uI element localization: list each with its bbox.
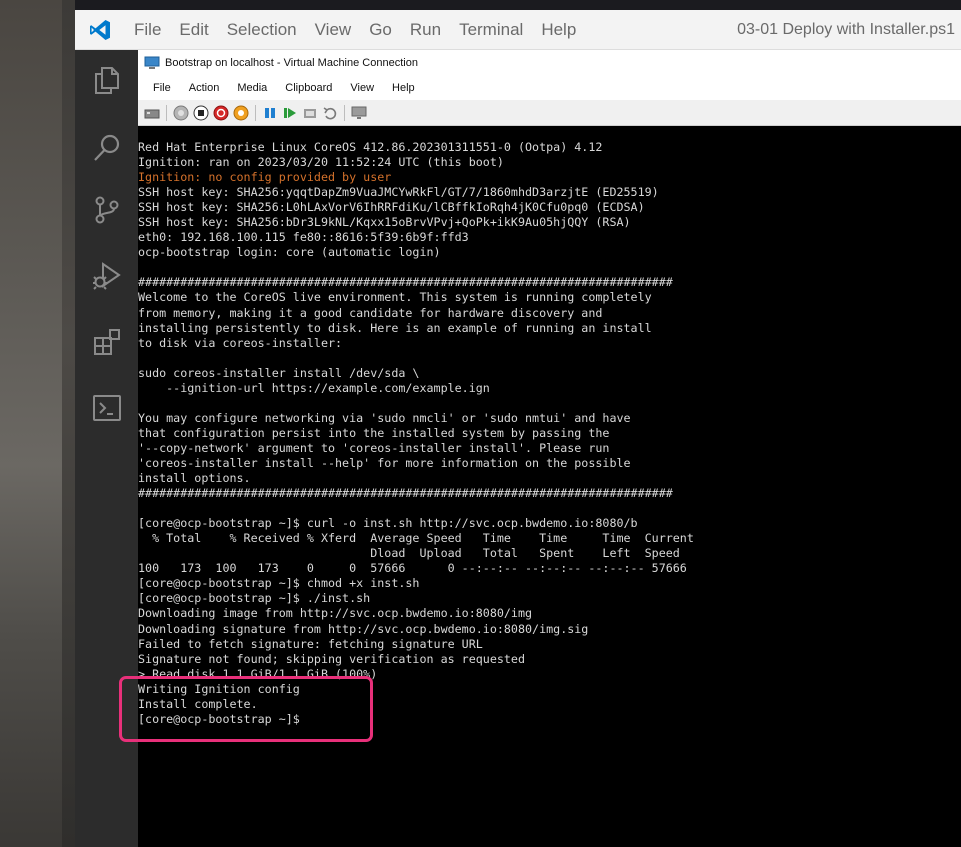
console-line: [core@ocp-bootstrap ~]$ curl -o inst.sh … — [138, 516, 638, 531]
console-line: Signature not found; skipping verificati… — [138, 651, 526, 666]
console-line: ########################################… — [138, 486, 673, 501]
menu-selection[interactable]: Selection — [218, 10, 306, 50]
console-line: Welcome to the CoreOS live environment. … — [138, 290, 652, 305]
console-line: --ignition-url https://example.com/examp… — [138, 380, 490, 395]
console-line: Failed to fetch signature: fetching sign… — [138, 636, 483, 651]
console-line: 100 173 100 173 0 0 57666 0 --:--:-- --:… — [138, 561, 687, 576]
menu-file[interactable]: File — [125, 10, 170, 50]
console-line: [core@ocp-bootstrap ~]$ chmod +x inst.sh — [138, 576, 420, 591]
menu-go[interactable]: Go — [360, 10, 401, 50]
search-icon[interactable] — [89, 130, 125, 166]
pause-icon[interactable] — [262, 105, 278, 121]
console-line: Downloading signature from http://svc.oc… — [138, 621, 589, 636]
menu-edit[interactable]: Edit — [170, 10, 217, 50]
vscode-menu: File Edit Selection View Go Run Terminal… — [125, 10, 585, 50]
vscode-logo-icon — [75, 10, 125, 50]
console-line-warning: Ignition: no config provided by user — [138, 170, 392, 185]
resume-icon[interactable] — [282, 105, 298, 121]
console-line: SSH host key: SHA256:yqqtDapZm9VuaJMCYwR… — [138, 185, 659, 200]
enhanced-session-icon[interactable] — [351, 105, 367, 121]
background-photo — [0, 0, 75, 847]
start-icon[interactable] — [173, 105, 189, 121]
console-line: You may configure networking via 'sudo n… — [138, 410, 631, 425]
vm-console[interactable]: Red Hat Enterprise Linux CoreOS 412.86.2… — [138, 126, 961, 847]
vm-title-bar: Bootstrap on localhost - Virtual Machine… — [138, 50, 961, 76]
console-line: % Total % Received % Xferd Average Speed… — [138, 531, 694, 546]
console-line: Ignition: ran on 2023/03/20 11:52:24 UTC… — [138, 155, 504, 170]
vm-menu-view[interactable]: View — [341, 82, 383, 94]
console-line: [core@ocp-bootstrap ~]$ ./inst.sh — [138, 591, 371, 606]
console-line: that configuration persist into the inst… — [138, 425, 610, 440]
activity-bar — [75, 50, 138, 847]
console-line: > Read disk 1.1 GiB/1.1 GiB (100%) — [138, 666, 378, 681]
vm-toolbar — [138, 100, 961, 126]
console-line: '--copy-network' argument to 'coreos-ins… — [138, 440, 610, 455]
console-line: Install complete. — [138, 696, 258, 711]
menu-run[interactable]: Run — [401, 10, 450, 50]
toolbar-separator — [255, 104, 256, 121]
vm-menu-file[interactable]: File — [144, 82, 180, 94]
console-line: SSH host key: SHA256:L0hLAxVorV6IhRRFdiK… — [138, 200, 645, 215]
reset-icon[interactable] — [302, 105, 318, 121]
console-line: install options. — [138, 471, 251, 486]
toolbar-separator — [166, 104, 167, 121]
console-line: Dload Upload Total Spent Left Speed — [138, 546, 680, 561]
console-line: Writing Ignition config — [138, 681, 300, 696]
run-debug-icon[interactable] — [89, 258, 125, 294]
vm-menu-media[interactable]: Media — [228, 82, 276, 94]
source-control-icon[interactable] — [89, 192, 125, 228]
vm-menu-clipboard[interactable]: Clipboard — [276, 82, 341, 94]
vscode-title-bar: File Edit Selection View Go Run Terminal… — [75, 10, 961, 50]
terminal-icon[interactable] — [89, 390, 125, 426]
vm-window-title: Bootstrap on localhost - Virtual Machine… — [165, 57, 418, 69]
vm-monitor-icon — [144, 56, 160, 69]
console-line: SSH host key: SHA256:bDr3L9kNL/Kqxx15oBr… — [138, 215, 631, 230]
menu-help[interactable]: Help — [532, 10, 585, 50]
extensions-icon[interactable] — [89, 325, 125, 361]
console-line: to disk via coreos-installer: — [138, 335, 343, 350]
save-state-icon[interactable] — [233, 105, 249, 121]
vm-menu-action[interactable]: Action — [180, 82, 229, 94]
menu-terminal[interactable]: Terminal — [450, 10, 532, 50]
ctrl-alt-del-icon[interactable] — [144, 105, 160, 121]
console-line: 'coreos-installer install --help' for mo… — [138, 455, 631, 470]
console-line: ocp-bootstrap login: core (automatic log… — [138, 245, 441, 260]
window-title: 03-01 Deploy with Installer.ps1 — [737, 21, 955, 38]
console-line: sudo coreos-installer install /dev/sda \ — [138, 365, 420, 380]
vm-menu-help[interactable]: Help — [383, 82, 424, 94]
console-line: eth0: 192.168.100.115 fe80::8616:5f39:6b… — [138, 230, 469, 245]
files-icon[interactable] — [89, 62, 125, 98]
console-line: from memory, making it a good candidate … — [138, 305, 603, 320]
console-prompt: [core@ocp-bootstrap ~]$ — [138, 711, 300, 726]
turn-off-icon[interactable] — [193, 105, 209, 121]
top-band — [75, 0, 961, 10]
background-stripe — [62, 0, 75, 847]
revert-icon[interactable] — [322, 105, 338, 121]
vm-connection-window: Bootstrap on localhost - Virtual Machine… — [138, 50, 961, 847]
console-line: Red Hat Enterprise Linux CoreOS 412.86.2… — [138, 140, 603, 154]
shut-down-icon[interactable] — [213, 105, 229, 121]
toolbar-separator — [344, 104, 345, 121]
vm-menu-bar: File Action Media Clipboard View Help — [138, 76, 961, 100]
console-line: ########################################… — [138, 275, 673, 290]
console-line: Downloading image from http://svc.ocp.bw… — [138, 606, 533, 621]
menu-view[interactable]: View — [306, 10, 361, 50]
console-line: installing persistently to disk. Here is… — [138, 320, 652, 335]
